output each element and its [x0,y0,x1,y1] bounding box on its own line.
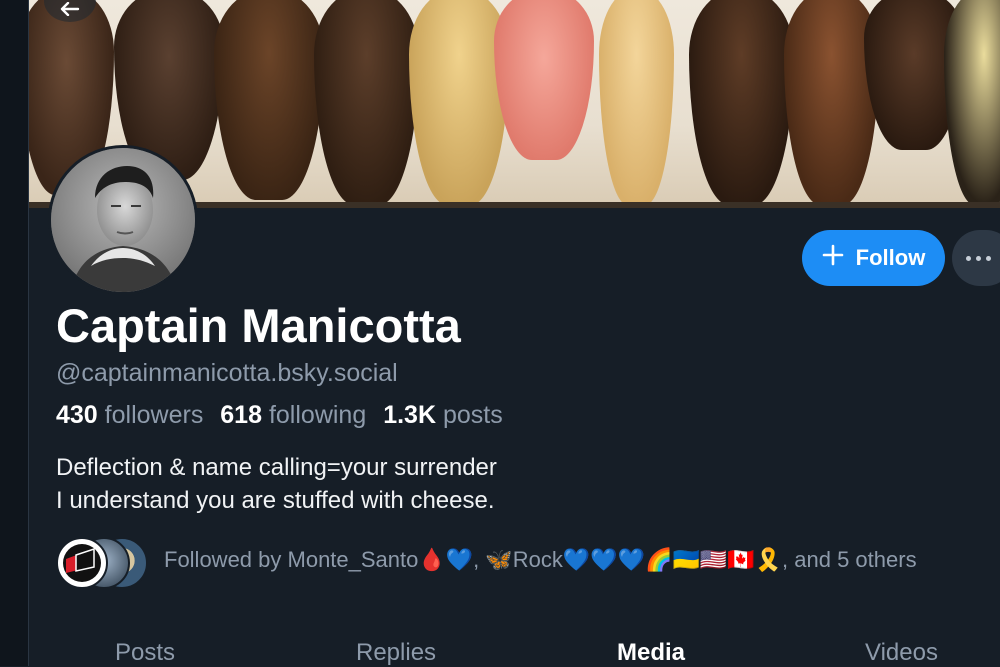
bio-line: I understand you are stuffed with cheese… [56,487,495,514]
known-followers-avatars[interactable] [56,537,151,589]
antifa-flag-icon [60,541,104,585]
banner-wig [599,0,674,205]
followers-stat[interactable]: 430 followers [56,401,203,429]
left-rail [0,0,29,666]
profile-bio: Deflection & name calling=your surrender… [56,451,497,517]
followers-count: 430 [56,401,98,429]
following-stat[interactable]: 618 following [220,401,366,429]
follow-label: Follow [855,245,926,270]
banner-wig [494,0,594,160]
ellipsis-icon [976,255,981,261]
posts-label: posts [442,401,503,429]
following-count: 618 [220,401,262,429]
banner-wig [314,0,419,205]
posts-count: 1.3K [383,401,436,429]
tab-replies[interactable]: Replies [356,639,436,667]
bio-line: Deflection & name calling=your surrender [56,454,497,481]
ellipsis-icon [966,255,971,261]
arrow-left-icon [60,2,80,16]
banner-wig [689,0,794,205]
known-follower-avatar [56,537,108,589]
followed-by-text[interactable]: Followed by Monte_Santo🩸💙, 🦋Rock💙💙💙🌈🇺🇦🇺🇸… [164,547,917,573]
profile-handle: @captainmanicotta.bsky.social [56,359,398,387]
tab-videos[interactable]: Videos [865,639,938,667]
profile-avatar[interactable] [48,145,198,295]
followers-label: followers [104,401,204,429]
posts-stat: 1.3K posts [383,401,503,429]
profile-tabs: Posts Replies Media Videos [29,625,1000,666]
ellipsis-icon [986,255,991,261]
more-options-button[interactable] [952,230,1000,286]
avatar-portrait [51,148,195,292]
tab-media[interactable]: Media [617,639,685,667]
plus-icon [822,244,844,272]
profile-stats: 430 followers 618 following 1.3K posts [56,401,503,430]
follow-button[interactable]: Follow [802,230,945,286]
display-name: Captain Manicotta [56,299,461,352]
tab-posts[interactable]: Posts [115,639,175,667]
banner-wig [944,0,1000,205]
banner-wig [214,0,324,200]
following-label: following [268,401,367,429]
